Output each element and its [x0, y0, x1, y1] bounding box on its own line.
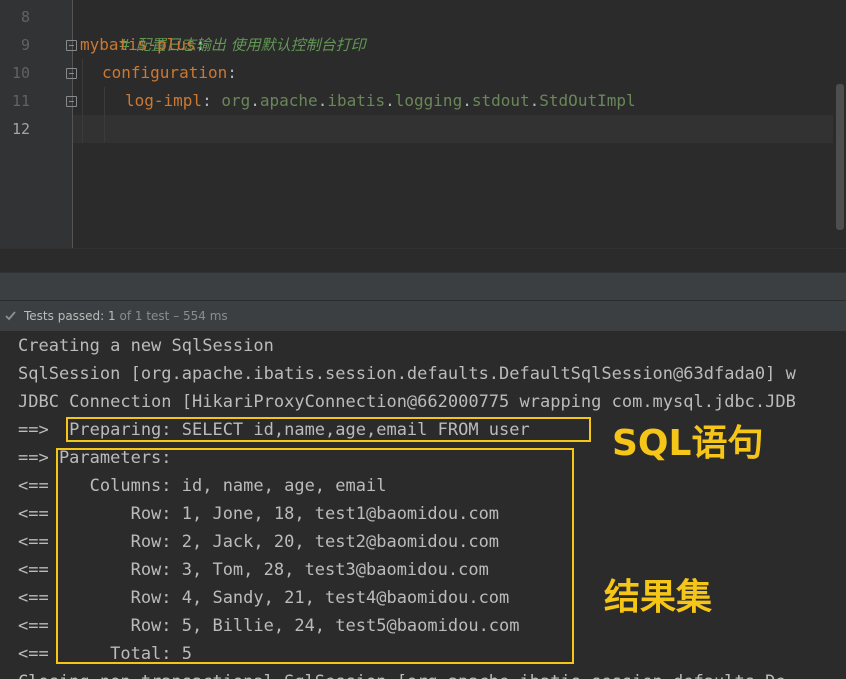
console-line: JDBC Connection [HikariProxyConnection@6…	[18, 392, 796, 412]
indent-guide	[104, 87, 105, 143]
line-number: 8	[20, 8, 30, 26]
yaml-colon: :	[227, 63, 237, 82]
result-annotation-label: 结果集	[604, 577, 713, 618]
yaml-key: configuration	[102, 63, 228, 82]
yaml-key: mybatis-plus	[80, 35, 196, 54]
yaml-value-part: stdout	[471, 91, 530, 110]
line-number: 12	[11, 120, 30, 138]
run-console[interactable]: Creating a new SqlSession SqlSession [or…	[0, 331, 846, 679]
check-icon	[5, 311, 16, 321]
yaml-value-part: apache	[259, 91, 318, 110]
yaml-colon: :	[195, 35, 206, 54]
editor-scrollbar[interactable]	[836, 84, 844, 230]
editor-bottom-area	[0, 248, 846, 273]
status-passed-count: 1	[108, 309, 116, 323]
code-line-9: mybatis-plus:	[80, 31, 205, 59]
current-line-highlight	[73, 115, 833, 143]
sql-annotation-label: SQL语句	[612, 423, 764, 464]
yaml-value-part: logging	[394, 91, 463, 110]
yaml-value-part: StdOutImpl	[539, 91, 636, 110]
yaml-value-part: org	[221, 91, 251, 110]
console-line: Closing non transactional SqlSession [or…	[18, 668, 786, 679]
yaml-value-dot: .	[317, 91, 328, 110]
status-total: of 1 test	[115, 309, 170, 323]
result-highlight-box	[56, 448, 574, 664]
status-prefix: Tests passed:	[24, 309, 109, 323]
yaml-value-dot: .	[250, 91, 260, 110]
line-number: 10	[11, 64, 30, 82]
test-status-text: Tests passed: 1 of 1 test – 554 ms	[24, 301, 228, 331]
yaml-key: log-impl	[125, 91, 203, 110]
code-editor[interactable]: 8 9 10 11 12 # 配置日志输出 使用默认控制台打印 mybatis-…	[0, 0, 846, 273]
code-line-11: log-impl: org.apache.ibatis.logging.stdo…	[125, 87, 636, 115]
fold-marker-icon[interactable]	[66, 68, 77, 79]
test-status-bar: Tests passed: 1 of 1 test – 554 ms	[0, 300, 846, 331]
yaml-value-dot: .	[462, 91, 472, 110]
yaml-value-dot: .	[529, 91, 540, 110]
fold-marker-icon[interactable]	[66, 40, 77, 51]
code-line-10: configuration:	[102, 59, 237, 87]
panel-splitter[interactable]	[0, 272, 846, 301]
console-line: Creating a new SqlSession	[18, 336, 274, 356]
console-line: SqlSession [org.apache.ibatis.session.de…	[18, 364, 796, 384]
line-number: 9	[20, 36, 30, 54]
fold-marker-icon[interactable]	[66, 96, 77, 107]
line-number: 11	[11, 92, 30, 110]
yaml-value-part: ibatis	[327, 91, 386, 110]
sql-highlight-box	[66, 417, 591, 442]
yaml-value-dot: .	[385, 91, 395, 110]
yaml-colon: :	[202, 91, 212, 110]
status-duration: – 554 ms	[169, 309, 228, 323]
